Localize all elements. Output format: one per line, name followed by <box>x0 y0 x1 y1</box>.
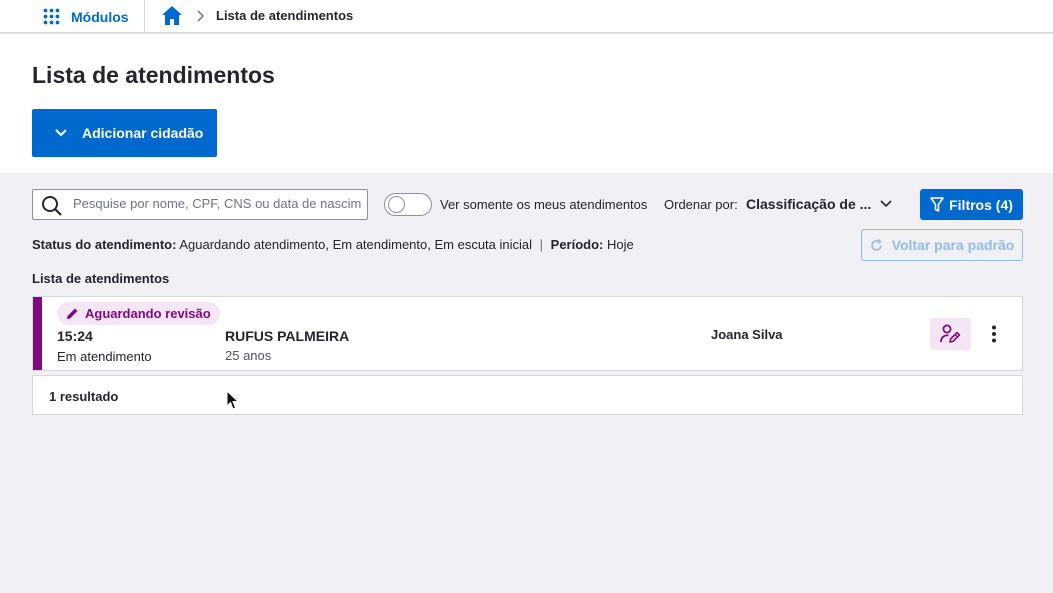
review-button[interactable] <box>930 318 971 350</box>
period-label: Período: <box>550 237 604 252</box>
refresh-icon <box>870 238 882 251</box>
mouse-pointer-icon <box>226 389 240 416</box>
search-field[interactable] <box>32 189 368 220</box>
order-by-select[interactable]: Classificação de ... <box>746 196 896 214</box>
breadcrumb-current: Lista de atendimentos <box>216 8 354 23</box>
add-citizen-button[interactable]: Adicionar cidadão <box>32 109 217 157</box>
home-icon[interactable] <box>161 5 183 31</box>
breadcrumb-chevron-icon <box>195 9 205 28</box>
toggle-label: Ver somente os meus atendimentos <box>440 197 648 212</box>
reset-default-button[interactable]: Voltar para padrão <box>861 229 1023 261</box>
status-badge-label: Aguardando revisão <box>85 306 211 321</box>
grid-icon <box>43 8 60 25</box>
filters-label: Filtros (4) <box>949 196 1013 213</box>
status-badge: Aguardando revisão <box>57 302 220 325</box>
chevron-down-icon <box>55 129 67 137</box>
topbar-divider <box>144 0 145 33</box>
chevron-down-icon <box>880 200 892 208</box>
list-title: Lista de atendimentos <box>32 271 170 286</box>
results-count: 1 resultado <box>49 389 119 404</box>
modules-button[interactable]: Módulos <box>43 8 129 25</box>
page-header: Lista de atendimentos Adicionar cidadão <box>0 34 1053 173</box>
attendance-card[interactable]: Aguardando revisão 15:24 Em atendimento … <box>32 296 1023 371</box>
results-footer: 1 resultado <box>32 375 1023 415</box>
reset-default-label: Voltar para padrão <box>891 237 1015 253</box>
period-value: Hoje <box>607 237 634 252</box>
professional-name: Joana Silva <box>711 327 783 342</box>
status-label: Status do atendimento: <box>32 237 177 252</box>
status-stripe <box>33 297 42 370</box>
top-bar: Módulos Lista de atendimentos <box>0 0 1053 33</box>
status-value: Aguardando atendimento, Em atendimento, … <box>179 237 533 252</box>
search-icon <box>42 196 62 216</box>
filter-icon <box>930 196 944 212</box>
user-edit-icon <box>939 324 960 343</box>
modules-label: Módulos <box>71 8 129 25</box>
search-input[interactable] <box>73 196 361 211</box>
order-by-label: Ordenar por: <box>664 197 738 212</box>
patient-name: RUFUS PALMEIRA <box>225 328 350 344</box>
more-options-button[interactable] <box>984 321 1004 347</box>
page-title: Lista de atendimentos <box>32 62 275 88</box>
attendance-time: 15:24 <box>57 328 93 344</box>
order-by-value: Classificação de ... <box>746 196 872 212</box>
add-citizen-label: Adicionar cidadão <box>82 125 204 141</box>
toggle-knob <box>388 196 405 213</box>
pencil-icon <box>67 308 78 319</box>
my-attendances-toggle[interactable] <box>384 193 432 216</box>
patient-age: 25 anos <box>225 348 272 363</box>
attendance-state: Em atendimento <box>57 349 152 364</box>
kebab-menu-icon <box>992 325 996 343</box>
active-filters-summary: Status do atendimento: Aguardando atendi… <box>32 237 634 252</box>
filter-separator: | <box>539 237 544 252</box>
filters-button[interactable]: Filtros (4) <box>920 189 1023 220</box>
